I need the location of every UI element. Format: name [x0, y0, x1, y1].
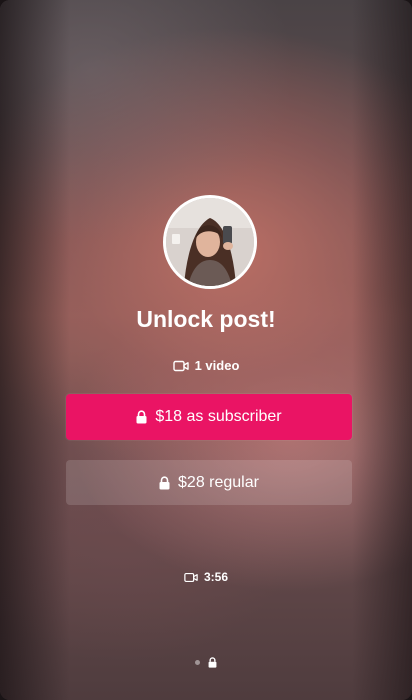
video-camera-icon [172, 360, 189, 372]
locked-post-screen: Unlock post! 1 video $18 as subscriber $… [0, 0, 412, 700]
avatar-photo [166, 198, 254, 286]
unlock-regular-label: $28 regular [178, 473, 259, 491]
page-dot[interactable] [195, 660, 200, 665]
lock-icon[interactable] [208, 657, 217, 668]
media-count: 1 video [0, 358, 412, 373]
avatar[interactable] [163, 195, 257, 289]
lock-icon [159, 475, 170, 490]
lock-icon [136, 410, 147, 424]
pagination-indicator [0, 657, 412, 668]
unlock-subscriber-label: $18 as subscriber [155, 408, 282, 425]
unlock-subscriber-button[interactable]: $18 as subscriber [66, 394, 352, 440]
page-title: Unlock post! [136, 306, 276, 332]
video-camera-icon [184, 572, 198, 583]
unlock-regular-button[interactable]: $28 regular [66, 460, 352, 505]
media-count-label: 1 video [194, 358, 240, 373]
video-duration: 3:56 [0, 570, 412, 584]
video-duration-label: 3:56 [203, 570, 229, 584]
